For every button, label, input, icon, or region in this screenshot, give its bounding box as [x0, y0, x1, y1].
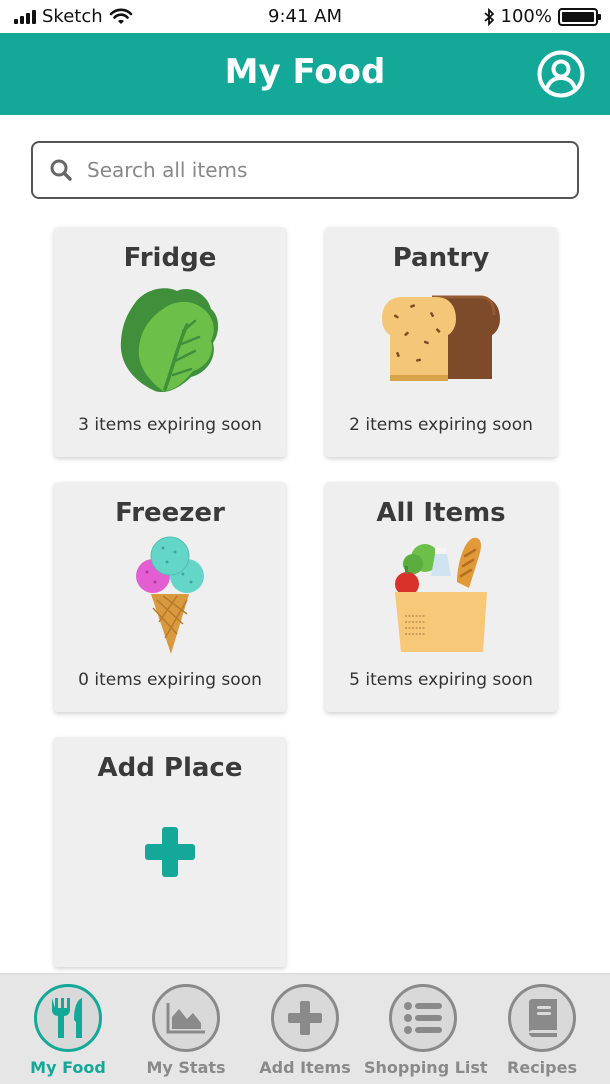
nav-label: My Food	[30, 1058, 106, 1077]
place-card-all-items[interactable]: All Items 5 items expiring soon	[325, 482, 557, 712]
battery-percent: 100%	[500, 6, 552, 27]
bottom-nav: My Food My Stats Add Items Shopping List…	[0, 973, 610, 1084]
nav-item-add-items[interactable]: Add Items	[246, 984, 364, 1077]
nav-label: Add Items	[259, 1058, 351, 1077]
battery-icon	[558, 7, 601, 26]
nav-circle	[34, 984, 102, 1052]
search-icon	[50, 159, 72, 181]
nav-item-my-stats[interactable]: My Stats	[127, 984, 245, 1077]
bluetooth-icon	[483, 7, 494, 26]
profile-button[interactable]	[536, 49, 586, 99]
search-input[interactable]	[87, 158, 547, 182]
list-icon	[404, 1002, 442, 1034]
nav-circle	[389, 984, 457, 1052]
place-subtitle: 2 items expiring soon	[349, 415, 533, 435]
book-icon	[529, 999, 557, 1037]
place-title: Add Place	[97, 753, 243, 783]
nav-item-my-food[interactable]: My Food	[9, 984, 127, 1077]
nav-circle	[508, 984, 576, 1052]
page-title: My Food	[224, 52, 386, 92]
nav-circle	[271, 984, 339, 1052]
user-circle-icon	[537, 50, 585, 98]
add-place-card[interactable]: Add Place	[54, 737, 286, 967]
place-title: Pantry	[392, 243, 490, 273]
ice-cream-icon	[136, 536, 204, 654]
place-title: Fridge	[123, 243, 217, 273]
grocery-bag-icon	[395, 537, 487, 652]
plus-icon	[288, 1001, 322, 1035]
nav-circle	[152, 984, 220, 1052]
area-chart-icon	[166, 1003, 205, 1034]
status-bar: Sketch 9:41 AM 100%	[0, 0, 610, 33]
place-card-freezer[interactable]: Freezer 0 items expiring soon	[54, 482, 286, 712]
fork-knife-icon	[52, 998, 82, 1038]
nav-label: My Stats	[146, 1058, 226, 1077]
bread-icon	[382, 295, 500, 381]
status-right: 100%	[483, 6, 601, 27]
search-bar[interactable]	[31, 141, 579, 199]
lettuce-icon	[120, 288, 219, 393]
place-card-fridge[interactable]: Fridge 3 items expiring soon	[54, 227, 286, 457]
plus-icon	[145, 827, 195, 877]
place-subtitle: 3 items expiring soon	[78, 415, 262, 435]
place-title: Freezer	[115, 498, 225, 528]
nav-label: Recipes	[507, 1058, 577, 1077]
nav-label: Shopping List	[364, 1058, 488, 1077]
place-subtitle: 0 items expiring soon	[78, 670, 262, 690]
place-card-pantry[interactable]: Pantry 2 items expiring soon	[325, 227, 557, 457]
app-header: My Food	[0, 33, 610, 115]
place-subtitle: 5 items expiring soon	[349, 670, 533, 690]
place-title: All Items	[376, 498, 506, 528]
nav-item-shopping-list[interactable]: Shopping List	[364, 984, 488, 1077]
nav-item-recipes[interactable]: Recipes	[483, 984, 601, 1077]
